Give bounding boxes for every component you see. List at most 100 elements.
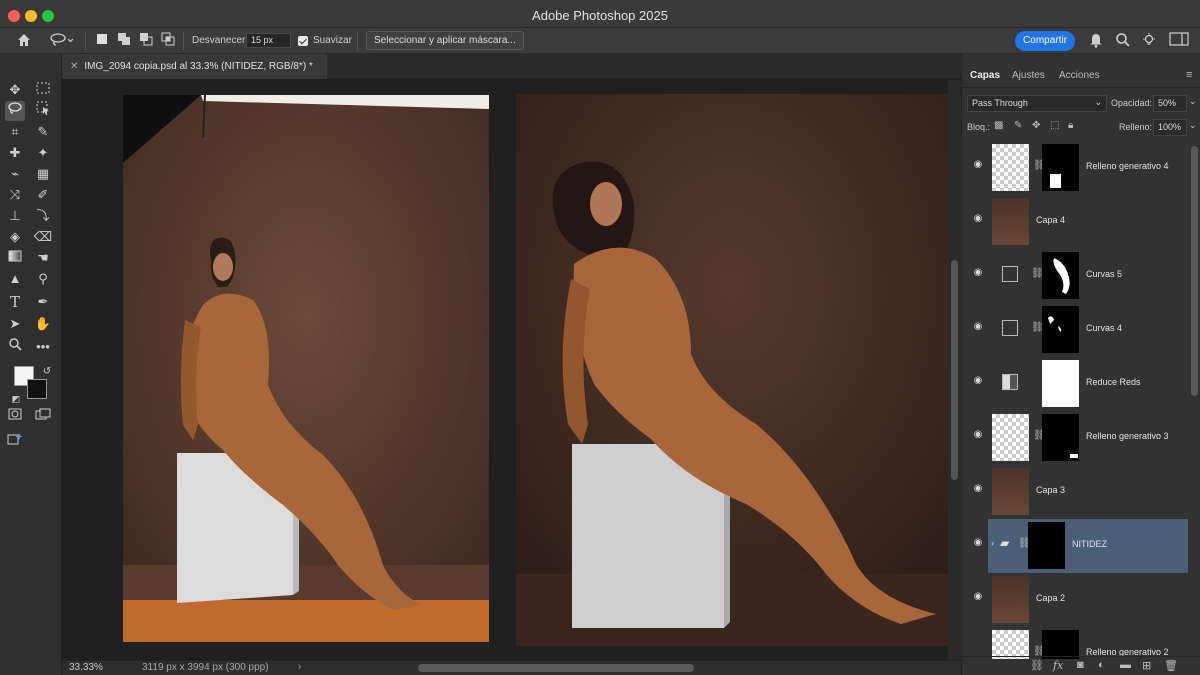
add-mask-icon[interactable]: ◙ [1077, 659, 1084, 671]
pen-tool-icon[interactable]: ✒ [33, 292, 53, 312]
layer-row[interactable]: Capa 2 [988, 573, 1188, 627]
eye-icon[interactable]: ◉ [972, 483, 984, 495]
layer-name[interactable]: Capa 3 [1036, 485, 1065, 495]
history-brush-tool-icon[interactable]: ⤵ [33, 206, 53, 226]
background-color-swatch[interactable] [27, 379, 47, 399]
layer-row-selected[interactable]: › ▰ ⛓ NITIDEZ [988, 519, 1188, 573]
adjustment-layer-icon[interactable]: ◐ [1098, 659, 1105, 671]
smudge-tool-icon[interactable]: ☚ [33, 248, 53, 268]
subtract-selection-icon[interactable] [138, 32, 154, 50]
layer-name[interactable]: Relleno generativo 4 [1086, 161, 1169, 171]
object-selection-tool-icon[interactable] [33, 101, 53, 121]
search-icon[interactable] [1114, 32, 1132, 50]
clone-stamp-tool-icon[interactable]: ⊥ [5, 206, 25, 226]
opacity-chevron-icon[interactable]: ⌄ [1189, 96, 1197, 107]
document-tab[interactable]: ✕ IMG_2094 copia.psd al 33.3% (NITIDEZ, R… [62, 54, 327, 79]
workspace-layout-icon[interactable] [1167, 32, 1191, 50]
eye-icon[interactable]: ◉ [972, 537, 984, 549]
blend-mode-select[interactable]: Pass Through ⌄ [967, 95, 1107, 112]
home-icon[interactable] [14, 32, 34, 50]
eye-icon[interactable]: ◉ [972, 375, 984, 387]
spot-healing-tool-icon[interactable]: ✚ [5, 143, 25, 163]
layer-name[interactable]: Relleno generativo 3 [1086, 431, 1169, 441]
dodge-tool-icon[interactable]: ⚲ [33, 269, 53, 289]
content-aware-move-tool-icon[interactable]: ⤨ [5, 185, 25, 205]
eye-icon[interactable]: ◉ [972, 591, 984, 603]
layer-name[interactable]: NITIDEZ [1072, 539, 1107, 549]
fill-chevron-icon[interactable]: ⌄ [1189, 120, 1197, 131]
eye-icon[interactable]: ◉ [972, 267, 984, 279]
layer-row[interactable]: ⛓ Curvas 4 [988, 303, 1188, 357]
feather-input[interactable]: 15 px [246, 33, 291, 48]
fill-input[interactable]: 100% [1153, 119, 1187, 136]
trash-icon[interactable]: 🗑︎ [1164, 659, 1178, 672]
opacity-input[interactable]: 50% [1153, 95, 1187, 112]
add-selection-icon[interactable] [116, 32, 132, 50]
layer-row[interactable]: ⛓ Relleno generativo 4 [988, 141, 1188, 195]
link-layers-icon[interactable]: ⛓ [1030, 659, 1044, 672]
eye-icon[interactable]: ◉ [972, 429, 984, 441]
panel-menu-icon[interactable]: ≡ [1186, 69, 1192, 81]
antialias-checkbox[interactable] [298, 36, 308, 46]
lock-image-pixels-icon[interactable]: ✎ [1014, 120, 1022, 131]
eye-icon[interactable]: ◉ [972, 159, 984, 171]
screen-mode-icon[interactable] [33, 406, 53, 426]
tab-layers[interactable]: Capas [970, 70, 1000, 81]
fx-icon[interactable]: fx [1053, 659, 1063, 672]
paint-bucket-tool-icon[interactable]: ◈ [5, 227, 25, 247]
layer-row[interactable]: ⛓ Curvas 5 [988, 249, 1188, 303]
generative-ai-icon[interactable] [5, 432, 25, 452]
lock-artboard-icon[interactable]: ⬚ [1050, 120, 1059, 131]
healing-brush-tool-icon[interactable]: ⌁ [5, 164, 25, 184]
layer-row[interactable]: ⛓ Relleno generativo 2 [988, 627, 1188, 659]
select-and-mask-button[interactable]: Seleccionar y aplicar máscara... [366, 31, 524, 50]
type-tool-icon[interactable]: T [5, 292, 25, 312]
layer-name[interactable]: Capa 2 [1036, 593, 1065, 603]
eyedropper-tool-icon[interactable]: ✎ [33, 122, 53, 142]
lock-all-icon[interactable]: 🔒︎ [1068, 120, 1073, 131]
zoom-level[interactable]: 33.33% [69, 662, 103, 673]
close-tab-icon[interactable]: ✕ [70, 54, 78, 79]
brush-tool-icon[interactable]: ✐ [33, 185, 53, 205]
quick-mask-icon[interactable] [5, 406, 25, 426]
tab-adjustments[interactable]: Ajustes [1012, 70, 1045, 81]
shape-tool-icon[interactable]: ▲ [5, 269, 25, 289]
layer-row[interactable]: Capa 4 [988, 195, 1188, 249]
lock-position-icon[interactable]: ✥ [1032, 120, 1040, 131]
canvas-vertical-scrollbar[interactable] [948, 80, 961, 660]
eraser-tool-icon[interactable]: ⌫ [33, 227, 53, 247]
new-selection-icon[interactable] [94, 32, 110, 50]
layer-name[interactable]: Curvas 4 [1086, 323, 1122, 333]
share-button[interactable]: Compartir [1015, 31, 1075, 51]
layer-name[interactable]: Reduce Reds [1086, 377, 1141, 387]
swap-colors-icon[interactable]: ↺ [37, 362, 57, 382]
expand-group-chevron-icon[interactable]: › [991, 538, 994, 548]
layers-scrollbar[interactable] [1191, 146, 1198, 396]
layer-row[interactable]: ⛓ Relleno generativo 3 [988, 411, 1188, 465]
eye-icon[interactable]: ◉ [972, 321, 984, 333]
discover-lightbulb-icon[interactable] [1140, 32, 1158, 50]
lasso-tool-icon[interactable] [5, 101, 25, 121]
canvas-area[interactable] [62, 80, 948, 660]
layer-name[interactable]: Capa 4 [1036, 215, 1065, 225]
zoom-tool-icon[interactable] [5, 337, 25, 357]
remove-tool-icon[interactable]: ✦ [33, 143, 53, 163]
new-group-icon[interactable]: ▬ [1120, 659, 1131, 671]
crop-tool-icon[interactable]: ⌗ [5, 122, 25, 142]
layer-row[interactable]: Reduce Reds [988, 357, 1188, 411]
hand-rotate-tool-icon[interactable]: ✋ [33, 314, 53, 334]
path-selection-tool-icon[interactable]: ➤ [5, 314, 25, 334]
lock-transparent-pixels-icon[interactable]: ▩ [994, 120, 1003, 131]
canvas-horizontal-scrollbar[interactable] [418, 664, 694, 672]
status-menu-arrow[interactable]: › [298, 661, 301, 672]
gradient-tool-icon[interactable] [5, 248, 25, 268]
layer-name[interactable]: Curvas 5 [1086, 269, 1122, 279]
patch-tool-icon[interactable]: ▦ [33, 164, 53, 184]
lasso-tool-preset-icon[interactable] [48, 32, 76, 50]
move-tool-icon[interactable]: ✥ [5, 80, 25, 100]
layer-row[interactable]: Capa 3 [988, 465, 1188, 519]
more-tools-icon[interactable]: ••• [33, 337, 53, 357]
bell-icon[interactable] [1087, 32, 1105, 50]
eye-icon[interactable]: ◉ [972, 213, 984, 225]
intersect-selection-icon[interactable] [160, 32, 176, 50]
